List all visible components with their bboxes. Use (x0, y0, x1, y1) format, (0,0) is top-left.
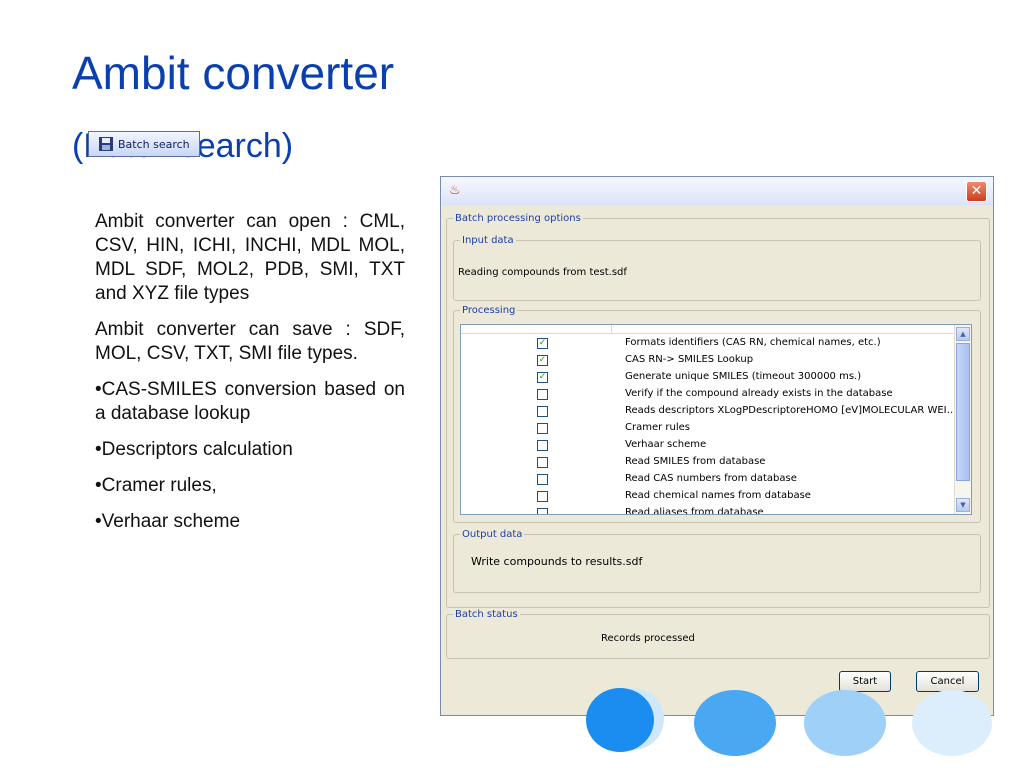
close-button[interactable]: ✕ (966, 181, 987, 202)
processing-row-label: Generate unique SMILES (timeout 300000 m… (625, 371, 862, 382)
processing-checkbox[interactable] (537, 423, 548, 434)
dialog-titlebar[interactable]: ♨ ✕ (441, 177, 993, 205)
processing-row[interactable]: Read CAS numbers from database (461, 472, 955, 489)
processing-row-label: Verify if the compound already exists in… (625, 388, 893, 399)
scroll-down-icon[interactable]: ▼ (956, 498, 970, 512)
processing-checkbox[interactable] (537, 406, 548, 417)
processing-row-label: Read CAS numbers from database (625, 473, 797, 484)
processing-row[interactable]: Read SMILES from database (461, 455, 955, 472)
processing-checkbox[interactable] (537, 508, 548, 514)
list-header-col-name[interactable] (611, 325, 956, 333)
processing-checkbox[interactable]: ✓ (537, 338, 548, 349)
bullet-cas-smiles: •CAS-SMILES conversion based on a databa… (95, 379, 405, 424)
batch-status-group: Batch status (446, 609, 990, 659)
decor-circle-5 (912, 690, 992, 756)
list-scrollbar[interactable]: ▲ ▼ (954, 325, 971, 514)
decor-circle-2 (586, 688, 654, 752)
bullet-cramer: •Cramer rules, (95, 475, 217, 496)
processing-checkbox[interactable] (537, 457, 548, 468)
bullet-descriptors: •Descriptors calculation (95, 439, 293, 460)
processing-checkbox[interactable]: ✓ (537, 372, 548, 383)
floppy-disk-icon (99, 137, 113, 151)
output-data-legend: Output data (462, 529, 523, 540)
decor-circle-4 (804, 690, 886, 756)
processing-row[interactable]: ✓ CAS RN-> SMILES Lookup (461, 353, 955, 370)
start-button[interactable]: Start (839, 671, 891, 692)
processing-checkbox[interactable] (537, 440, 548, 451)
processing-row-label: Cramer rules (625, 422, 690, 433)
processing-row[interactable]: Cramer rules (461, 421, 955, 438)
input-data-legend: Input data (462, 235, 514, 246)
processing-checkbox[interactable] (537, 491, 548, 502)
processing-row[interactable]: Read chemical names from database (461, 489, 955, 506)
processing-row[interactable]: Verhaar scheme (461, 438, 955, 455)
paragraph-open-formats: Ambit converter can open : CML, CSV, HIN… (95, 211, 405, 304)
processing-row[interactable]: ✓ Formats identifiers (CAS RN, chemical n… (461, 336, 955, 353)
processing-row[interactable]: Read aliases from database (461, 506, 955, 515)
decor-circle-3 (694, 690, 776, 756)
processing-row-label: Verhaar scheme (625, 439, 707, 450)
batch-status-legend: Batch status (455, 609, 518, 620)
processing-row-label: Formats identifiers (CAS RN, chemical na… (625, 337, 881, 348)
processing-row[interactable]: ✓ Generate unique SMILES (timeout 300000 … (461, 370, 955, 387)
processing-checkbox[interactable] (537, 474, 548, 485)
slide-body: Ambit converter can open : CML, CSV, HIN… (95, 210, 405, 546)
processing-checkbox[interactable] (537, 389, 548, 400)
batch-options-legend: Batch processing options (455, 213, 581, 224)
processing-list[interactable]: ✓ Formats identifiers (CAS RN, chemical n… (460, 324, 972, 515)
paragraph-save-formats: Ambit converter can save : SDF, MOL, CSV… (95, 319, 405, 364)
list-header (461, 325, 956, 334)
bullet-verhaar: •Verhaar scheme (95, 511, 241, 532)
list-header-col-select[interactable] (461, 325, 612, 333)
processing-row-label: CAS RN-> SMILES Lookup (625, 354, 754, 365)
scroll-up-icon[interactable]: ▲ (956, 327, 970, 341)
scroll-thumb[interactable] (956, 343, 970, 481)
processing-row[interactable]: Verify if the compound already exists in… (461, 387, 955, 404)
slide-title: Ambit converter (72, 47, 395, 99)
cancel-button[interactable]: Cancel (916, 671, 979, 692)
processing-row-label: Read aliases from database (625, 507, 764, 515)
processing-checkbox[interactable]: ✓ (537, 355, 548, 366)
processing-row-label: Read chemical names from database (625, 490, 811, 501)
processing-row[interactable]: Reads descriptors XLogPDescriptoreHOMO [… (461, 404, 957, 421)
processing-row-label: Read SMILES from database (625, 456, 766, 467)
java-cup-icon: ♨ (449, 183, 461, 198)
batch-status-text: Records processed (601, 633, 695, 644)
batch-search-label: Batch search (118, 137, 190, 151)
batch-search-button[interactable]: Batch search (88, 131, 200, 157)
input-data-text: Reading compounds from test.sdf (458, 267, 627, 278)
batch-dialog: ♨ ✕ Batch processing options Input data … (440, 176, 994, 716)
processing-legend: Processing (462, 305, 516, 316)
output-data-text: Write compounds to results.sdf (471, 555, 643, 568)
processing-row-label: Reads descriptors XLogPDescriptoreHOMO [… (625, 405, 957, 416)
